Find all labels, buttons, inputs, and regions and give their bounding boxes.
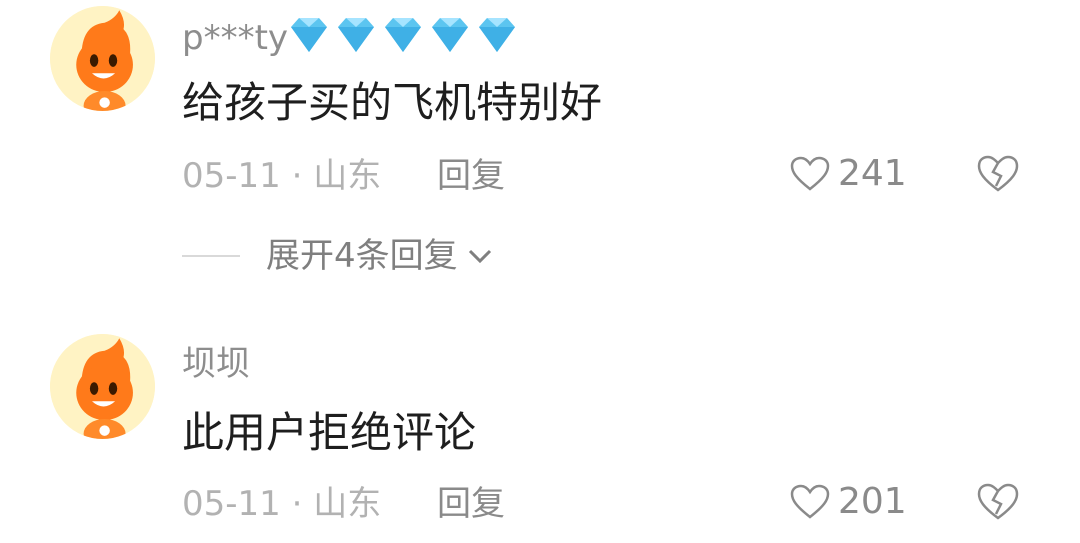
like-button[interactable]: 241 <box>790 154 907 194</box>
comment-text: 给孩子买的飞机特别好 <box>182 78 603 127</box>
comment-text: 此用户拒绝评论 <box>182 408 477 457</box>
comment-meta: 05-11 · 山东 <box>182 156 382 196</box>
heart-icon <box>790 156 830 191</box>
like-count: 241 <box>838 153 907 194</box>
mascot-avatar-icon <box>50 334 155 439</box>
username[interactable]: 坝坝 <box>182 344 250 384</box>
expand-replies-label: 展开4条回复 <box>266 236 458 276</box>
divider-line <box>182 255 240 257</box>
broken-heart-icon[interactable] <box>976 154 1020 194</box>
chevron-down-icon <box>468 249 491 264</box>
diamond-icon <box>479 18 515 52</box>
badge-row <box>287 15 519 55</box>
avatar[interactable] <box>50 6 155 111</box>
broken-heart-icon[interactable] <box>976 482 1020 522</box>
heart-icon <box>790 484 830 519</box>
avatar[interactable] <box>50 334 155 439</box>
expand-replies-button[interactable]: 展开4条回复 <box>182 236 494 276</box>
diamond-icon <box>385 18 421 52</box>
reply-button[interactable]: 回复 <box>437 484 505 524</box>
username[interactable]: p***ty <box>182 18 288 58</box>
like-button[interactable]: 201 <box>790 482 907 522</box>
mascot-avatar-icon <box>50 6 155 111</box>
diamond-icon <box>432 18 468 52</box>
diamond-icon <box>291 18 327 52</box>
diamond-icon <box>338 18 374 52</box>
reply-button[interactable]: 回复 <box>437 156 505 196</box>
comment-meta: 05-11 · 山东 <box>182 484 382 524</box>
like-count: 201 <box>838 481 907 522</box>
